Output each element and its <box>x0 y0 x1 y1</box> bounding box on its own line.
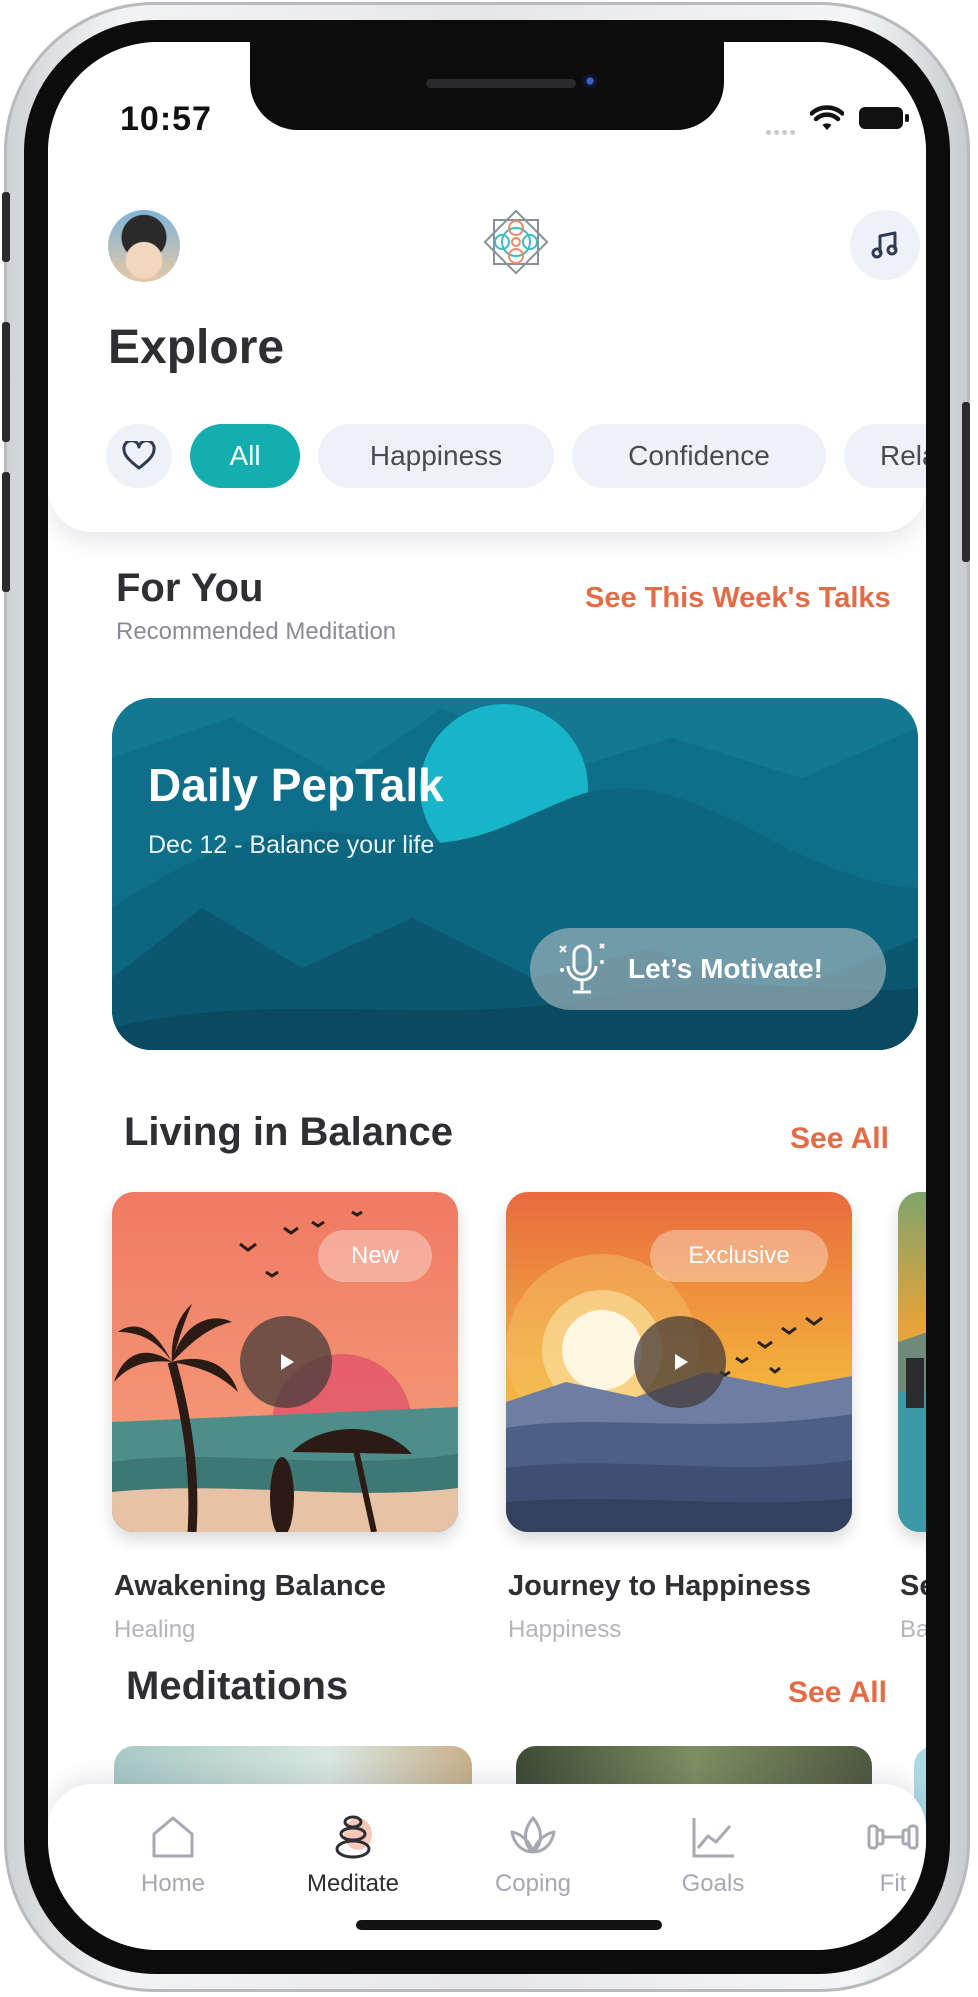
tab-goals[interactable]: Goals <box>648 1812 778 1898</box>
meditations-see-all-link[interactable]: See All <box>788 1676 887 1710</box>
tab-label: Meditate <box>306 1870 400 1897</box>
page-title: Explore <box>108 321 285 374</box>
play-button[interactable] <box>240 1316 332 1408</box>
session-card-partial[interactable] <box>898 1192 926 1532</box>
home-indicator[interactable] <box>356 1920 662 1930</box>
tab-fit[interactable]: Fit <box>828 1812 926 1898</box>
wifi-icon <box>810 105 844 130</box>
session-title: Awakening Balance <box>114 1570 386 1602</box>
phone-bezel: 10:57 Explore All Happiness Confidence R… <box>24 20 950 1974</box>
tab-home[interactable]: Home <box>108 1812 238 1898</box>
new-badge: New <box>318 1230 432 1282</box>
mute-switch <box>2 192 10 262</box>
tab-label: Home <box>140 1870 206 1897</box>
volume-down-button <box>2 472 10 592</box>
lets-motivate-label: Let’s Motivate! <box>628 953 823 984</box>
dumbbell-icon <box>867 1824 919 1850</box>
lotus-icon <box>510 1816 556 1854</box>
exclusive-badge: Exclusive <box>650 1230 828 1282</box>
see-this-weeks-talks-link[interactable]: See This Week's Talks <box>585 582 891 615</box>
volume-up-button <box>2 322 10 442</box>
microphone-icon <box>559 943 605 994</box>
music-button[interactable] <box>850 210 920 280</box>
session-card-journey-to-happiness[interactable]: Exclusive <box>506 1192 852 1532</box>
avatar[interactable] <box>108 210 180 282</box>
heart-icon <box>122 441 156 470</box>
tab-meditate[interactable]: Meditate <box>288 1812 418 1898</box>
chart-line-icon <box>692 1818 734 1858</box>
filter-chip-confidence[interactable]: Confidence <box>572 424 826 488</box>
tab-coping[interactable]: Coping <box>468 1812 598 1898</box>
music-note-icon <box>871 231 898 259</box>
session-category: Happiness <box>508 1616 622 1643</box>
phone-frame: 10:57 Explore All Happiness Confidence R… <box>2 2 970 1992</box>
meditate-stones-icon <box>335 1815 372 1859</box>
session-category: Balan <box>900 1616 926 1643</box>
front-camera <box>581 72 601 92</box>
play-button[interactable] <box>634 1316 726 1408</box>
battery-icon <box>859 107 909 129</box>
filter-chip-happiness[interactable]: Happiness <box>318 424 554 488</box>
tab-label: Fit <box>879 1870 907 1897</box>
filter-chip-relax[interactable]: Relax <box>844 424 926 488</box>
for-you-title: For You <box>116 566 264 610</box>
living-in-balance-title: Living in Balance <box>124 1110 453 1154</box>
notch <box>250 42 724 130</box>
session-card-awakening-balance[interactable]: New <box>112 1192 458 1532</box>
status-time: 10:57 <box>120 100 212 138</box>
session-category: Healing <box>114 1616 196 1643</box>
play-icon <box>281 1354 294 1370</box>
filter-chip-all[interactable]: All <box>190 424 300 488</box>
session-title: Secr <box>900 1570 926 1602</box>
play-icon <box>675 1354 688 1370</box>
cellular-signal-icon <box>766 120 804 135</box>
favorites-filter-button[interactable] <box>106 424 172 488</box>
app-screen: 10:57 Explore All Happiness Confidence R… <box>48 42 926 1950</box>
daily-peptalk-card[interactable]: Daily PepTalk Dec 12 - Balance your life… <box>112 698 918 1050</box>
speaker-grille <box>426 79 576 88</box>
home-icon <box>152 1816 194 1858</box>
peptalk-title: Daily PepTalk <box>148 759 444 811</box>
peptalk-subtitle: Dec 12 - Balance your life <box>148 831 435 859</box>
power-button <box>962 402 970 562</box>
meditations-title: Meditations <box>126 1664 349 1708</box>
tab-label: Goals <box>681 1870 745 1897</box>
mandala-logo-icon <box>483 209 549 275</box>
living-in-balance-see-all-link[interactable]: See All <box>790 1122 889 1156</box>
session-title: Journey to Happiness <box>508 1570 811 1602</box>
tab-label: Coping <box>494 1870 572 1897</box>
sunset-city-illustration <box>898 1192 926 1532</box>
for-you-subtitle: Recommended Meditation <box>116 618 397 645</box>
lets-motivate-button[interactable]: Let’s Motivate! <box>530 928 886 1010</box>
